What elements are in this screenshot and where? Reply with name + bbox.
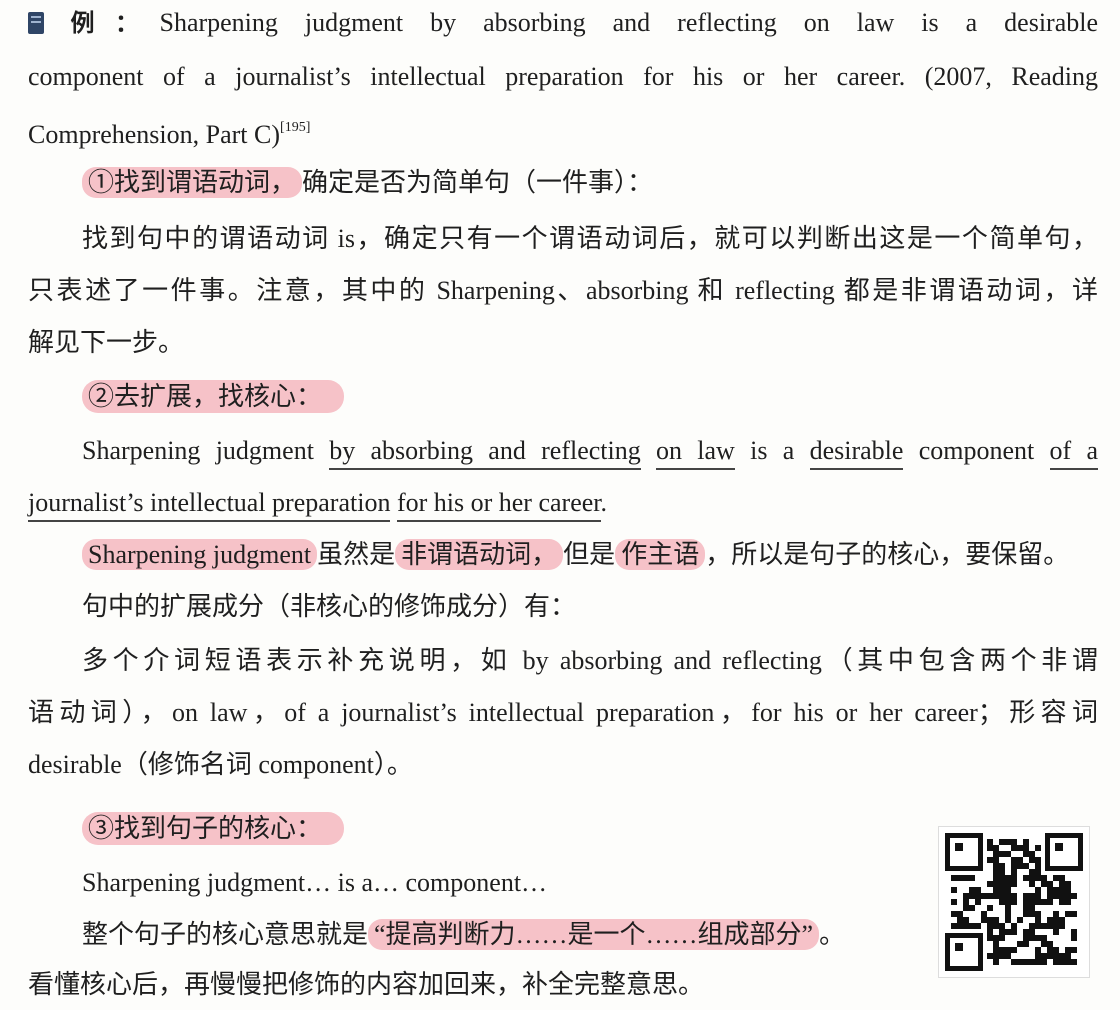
- step2-underlined-phrase: for his or her career: [396, 488, 601, 522]
- step3-core-text: Sharpening judgment… is a… component…: [82, 868, 548, 897]
- step1-para-text-2: 只表述了一件事。注意，其中的 Sharpening、absorbing 和 re…: [28, 276, 1098, 305]
- step2-sentence-part: is a: [734, 436, 810, 465]
- step2-sentence-part: [390, 488, 397, 517]
- example-line-3: Comprehension, Part C)[195]: [28, 111, 1098, 152]
- step2-heading: ②去扩展，找核心：: [82, 380, 345, 413]
- book-icon: [28, 12, 44, 34]
- step2-ext-intro-text: 句中的扩展成分（非核心的修饰成分）有：: [82, 592, 577, 621]
- textbook-page: 例：Sharpening judgment by absorbing and r…: [0, 0, 1120, 1010]
- step2-underlined-phrase: desirable: [809, 436, 904, 470]
- step2-ext-intro: 句中的扩展成分（非核心的修饰成分）有：: [82, 590, 1098, 624]
- example-text-2: component of a journalist’s intellectual…: [28, 62, 1098, 91]
- step1-para-line-1: 找到句中的谓语动词 is，确定只有一个谓语动词后，就可以判断出这是一个简单句，: [82, 222, 1098, 256]
- qr-code-icon[interactable]: [938, 826, 1090, 978]
- example-footnote: [195]: [280, 120, 311, 135]
- step2-sentence-part: Sharpening judgment: [82, 436, 330, 465]
- step3-meaning-highlight: “提高判断力……是一个……组成部分”: [368, 919, 820, 950]
- step2-core-highlight: 作主语: [615, 539, 706, 570]
- step2-sentence-part: [641, 436, 656, 465]
- example-text-3: Comprehension, Part C): [28, 120, 281, 149]
- step1-para-line-2: 只表述了一件事。注意，其中的 Sharpening、absorbing 和 re…: [28, 274, 1098, 308]
- example-line-1: 例：Sharpening judgment by absorbing and r…: [28, 6, 1098, 40]
- step1-para-text-3: 解见下一步。: [28, 328, 185, 357]
- step2-underlined-phrase: journalist’s intellectual preparation: [28, 488, 391, 522]
- example-line-2: component of a journalist’s intellectual…: [28, 60, 1098, 94]
- step2-core-text: 虽然是: [317, 540, 396, 569]
- step2-core-subject: Sharpening judgment: [82, 539, 318, 570]
- step2-ext-line-3: desirable（修饰名词 component）。: [28, 748, 1098, 782]
- step2-heading-line: ②去扩展，找核心：: [82, 380, 1098, 414]
- step3-meaning-text: 整个句子的核心意思就是: [82, 920, 369, 949]
- step2-ext-line-1: 多个介词短语表示补充说明，如 by absorbing and reflecti…: [82, 644, 1098, 678]
- step2-underlined-phrase: on law: [656, 436, 735, 470]
- qr-modules: [951, 839, 1077, 965]
- step2-sentence-line-2: journalist’s intellectual preparation fo…: [28, 486, 1098, 522]
- step2-underlined-phrase: by absorbing and reflecting: [329, 436, 641, 470]
- step3-final-text: 看懂核心后，再慢慢把修饰的内容加回来，补全完整意思。: [28, 970, 705, 999]
- step1-heading-rest: 确定是否为简单句（一件事）：: [302, 168, 654, 197]
- step1-para-line-3: 解见下一步。: [28, 326, 1098, 360]
- step2-ext-text-1: 多个介词短语表示补充说明，如 by absorbing and reflecti…: [82, 646, 1098, 675]
- step2-underlined-phrase: of a: [1049, 436, 1098, 470]
- step1-para-text-1: 找到句中的谓语动词 is，确定只有一个谓语动词后，就可以判断出这是一个简单句，: [82, 224, 1098, 253]
- example-label: 例：: [50, 9, 160, 37]
- step1-heading-line: ①找到谓语动词， 确定是否为简单句（一件事）：: [82, 166, 1098, 200]
- step3-heading: ③找到句子的核心：: [82, 812, 345, 845]
- step2-core-line: Sharpening judgment 虽然是 非谓语动词， 但是 作主语 ，所以是句子的…: [82, 538, 1098, 572]
- step2-core-text: ，所以是句子的核心，要保留。: [705, 540, 1070, 569]
- step2-sentence-part: .: [600, 488, 608, 517]
- step3-meaning-text: 。: [819, 920, 846, 949]
- step2-core-text: 但是: [563, 540, 616, 569]
- example-text-1: Sharpening judgment by absorbing and ref…: [159, 8, 1098, 37]
- step1-heading: ①找到谓语动词，: [82, 167, 303, 198]
- step2-ext-text-3: desirable（修饰名词 component）。: [28, 750, 413, 779]
- step2-core-highlight: 非谓语动词，: [395, 539, 564, 570]
- step2-sentence-line-1: Sharpening judgment by absorbing and ref…: [82, 434, 1098, 470]
- step2-ext-line-2: 语动词），on law，of a journalist’s intellectu…: [28, 696, 1098, 730]
- step2-sentence-part: component: [903, 436, 1050, 465]
- step2-ext-text-2: 语动词），on law，of a journalist’s intellectu…: [28, 698, 1098, 727]
